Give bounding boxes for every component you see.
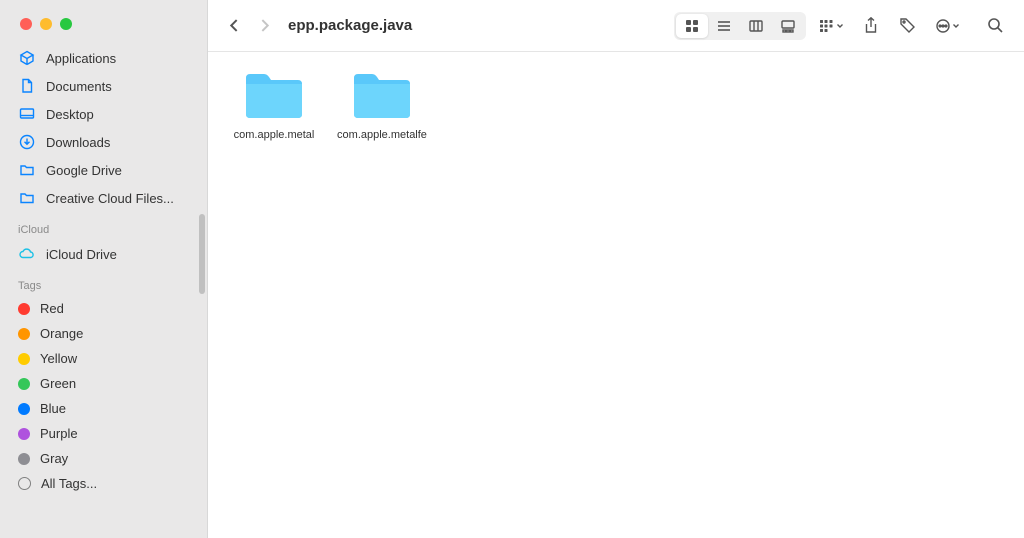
tag-purple[interactable]: Purple [0, 421, 207, 446]
tag-label: Gray [40, 451, 68, 466]
tag-orange[interactable]: Orange [0, 321, 207, 346]
forward-button[interactable] [252, 14, 276, 38]
column-view-button[interactable] [740, 14, 772, 38]
downloads-icon [18, 133, 36, 151]
section-header-icloud: iCloud [0, 212, 207, 240]
tags-button[interactable] [892, 13, 922, 39]
tag-label: Blue [40, 401, 66, 416]
sidebar-item-label: iCloud Drive [46, 247, 117, 262]
applications-icon [18, 49, 36, 67]
sidebar-item-label: Desktop [46, 107, 94, 122]
sidebar-item-label: Downloads [46, 135, 110, 150]
tag-dot-icon [18, 403, 30, 415]
sidebar-item-label: Applications [46, 51, 116, 66]
sidebar-item-applications[interactable]: Applications [0, 44, 207, 72]
tag-blue[interactable]: Blue [0, 396, 207, 421]
sidebar-item-label: Google Drive [46, 163, 122, 178]
list-view-button[interactable] [708, 14, 740, 38]
sidebar-item-creative-cloud[interactable]: Creative Cloud Files... [0, 184, 207, 212]
folder-icon [350, 70, 414, 122]
cloud-icon [18, 245, 36, 263]
sidebar-scrollbar[interactable] [199, 214, 205, 294]
sidebar-item-desktop[interactable]: Desktop [0, 100, 207, 128]
folder-icon [18, 161, 36, 179]
sidebar-item-label: Creative Cloud Files... [46, 191, 174, 206]
folder-content: com.apple.metal com.apple.metalfe [208, 52, 1024, 538]
folder-label: com.apple.metal [234, 128, 315, 142]
sidebar: Applications Documents Desktop Downloads… [0, 0, 208, 538]
toolbar: epp.package.java [208, 0, 1024, 52]
share-button[interactable] [856, 13, 886, 39]
back-button[interactable] [222, 14, 246, 38]
view-switcher [674, 12, 806, 40]
tag-label: Orange [40, 326, 83, 341]
tag-dot-icon [18, 303, 30, 315]
folder-label: com.apple.metalfe [337, 128, 427, 142]
document-icon [18, 77, 36, 95]
sidebar-item-all-tags[interactable]: All Tags... [0, 471, 207, 496]
fullscreen-window-button[interactable] [60, 18, 72, 30]
gallery-view-button[interactable] [772, 14, 804, 38]
sidebar-list: Applications Documents Desktop Downloads… [0, 44, 207, 496]
tag-dot-icon [18, 378, 30, 390]
sidebar-item-documents[interactable]: Documents [0, 72, 207, 100]
section-header-tags: Tags [0, 268, 207, 296]
main-area: epp.package.java [208, 0, 1024, 538]
chevron-down-icon [952, 22, 960, 30]
tag-label: Purple [40, 426, 78, 441]
all-tags-icon [18, 477, 31, 490]
sidebar-item-label: All Tags... [41, 476, 97, 491]
folder-title: epp.package.java [288, 17, 412, 34]
tag-dot-icon [18, 453, 30, 465]
tag-label: Red [40, 301, 64, 316]
tag-gray[interactable]: Gray [0, 446, 207, 471]
icon-view-button[interactable] [676, 14, 708, 38]
tag-yellow[interactable]: Yellow [0, 346, 207, 371]
folder-item[interactable]: com.apple.metal [228, 70, 320, 142]
desktop-icon [18, 105, 36, 123]
minimize-window-button[interactable] [40, 18, 52, 30]
tag-dot-icon [18, 428, 30, 440]
search-button[interactable] [980, 13, 1010, 39]
tag-dot-icon [18, 353, 30, 365]
chevron-down-icon [836, 22, 844, 30]
close-window-button[interactable] [20, 18, 32, 30]
window-controls [0, 0, 207, 44]
sidebar-item-downloads[interactable]: Downloads [0, 128, 207, 156]
tag-label: Yellow [40, 351, 77, 366]
group-by-button[interactable] [812, 13, 850, 39]
actions-button[interactable] [928, 13, 966, 39]
folder-item[interactable]: com.apple.metalfe [336, 70, 428, 142]
tag-red[interactable]: Red [0, 296, 207, 321]
tag-green[interactable]: Green [0, 371, 207, 396]
sidebar-item-label: Documents [46, 79, 112, 94]
finder-window: Applications Documents Desktop Downloads… [0, 0, 1024, 538]
folder-icon [18, 189, 36, 207]
folder-icon [242, 70, 306, 122]
sidebar-item-google-drive[interactable]: Google Drive [0, 156, 207, 184]
sidebar-item-icloud-drive[interactable]: iCloud Drive [0, 240, 207, 268]
tag-dot-icon [18, 328, 30, 340]
tag-label: Green [40, 376, 76, 391]
